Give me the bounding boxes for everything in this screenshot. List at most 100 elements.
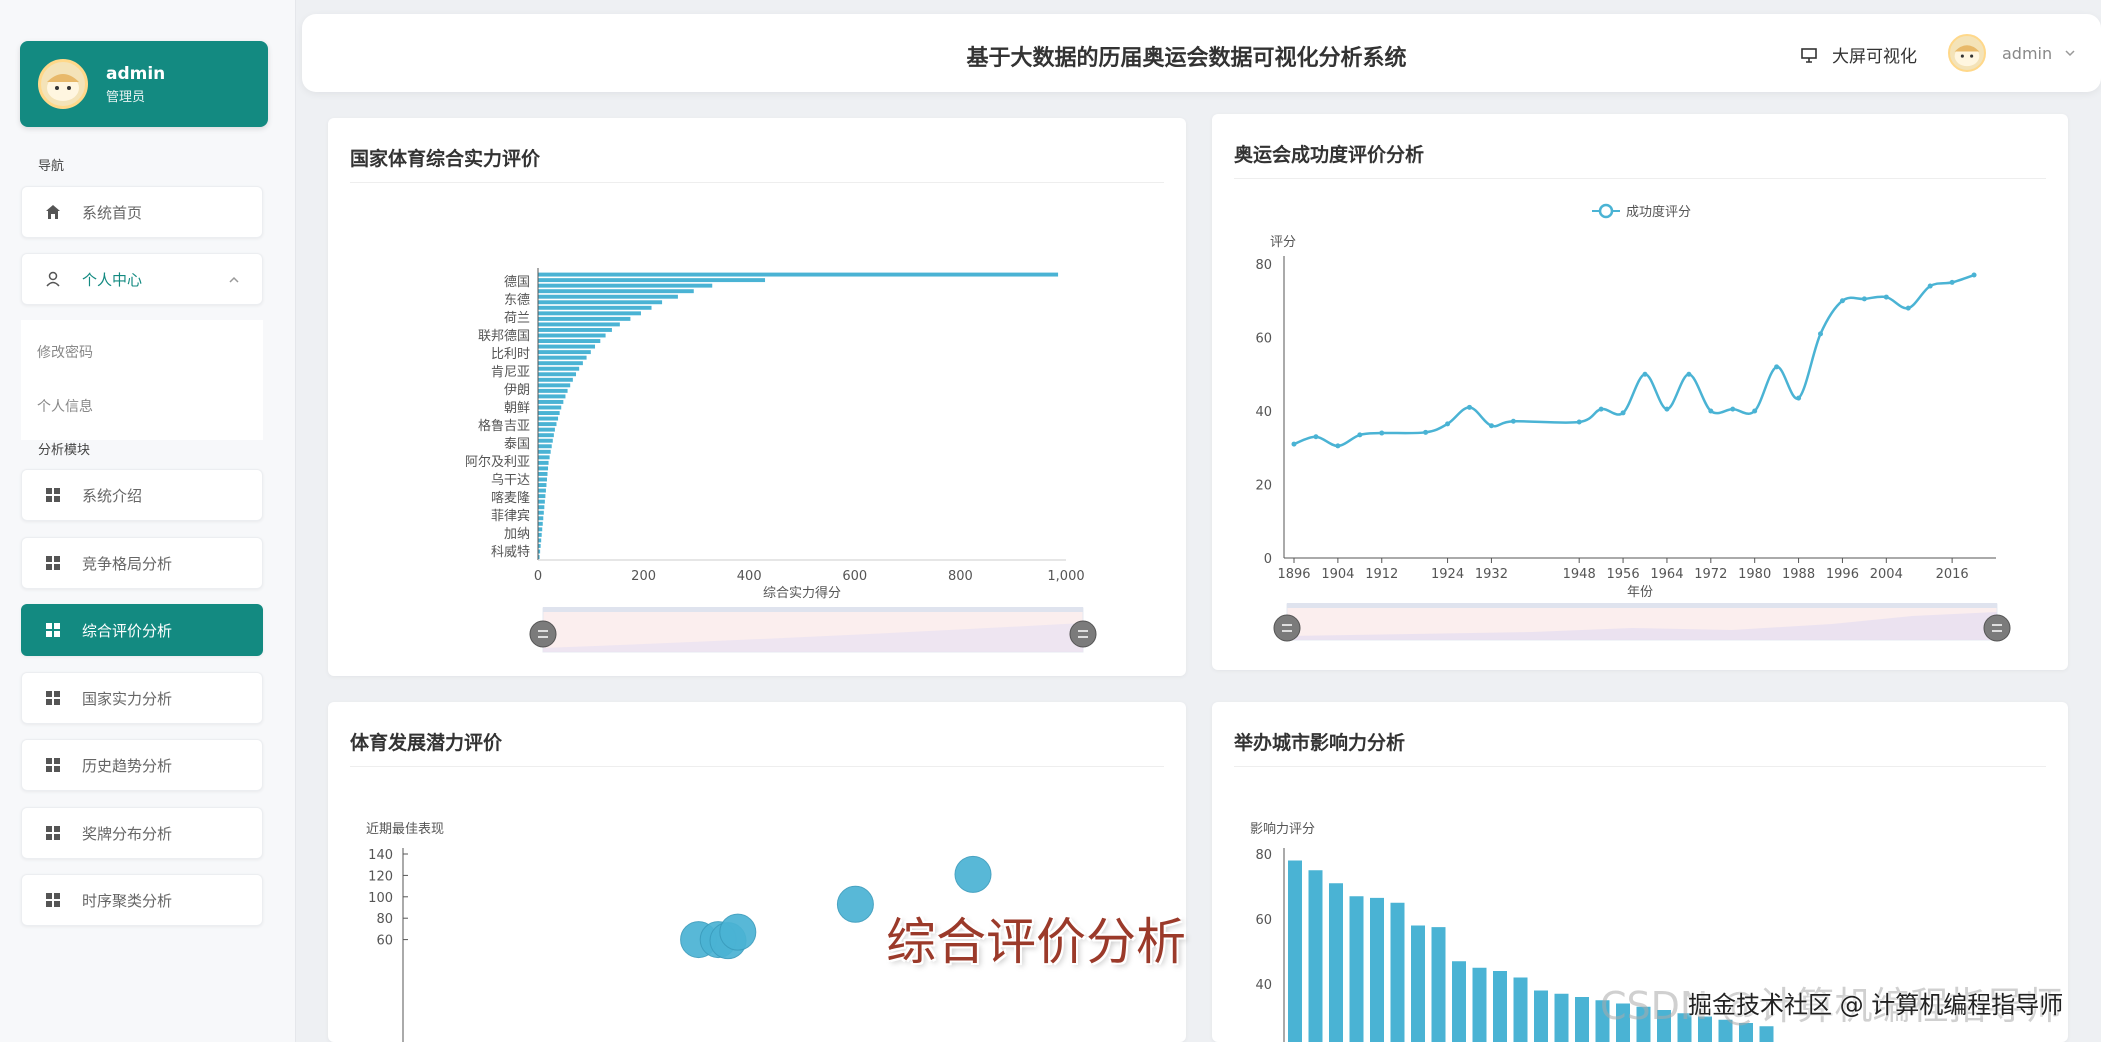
bar xyxy=(538,494,546,499)
scatter-point xyxy=(719,913,757,951)
x-tick-label: 1972 xyxy=(1694,567,1727,582)
bar xyxy=(538,377,573,382)
y-tick-label: 80 xyxy=(376,912,393,927)
sidebar-item-home[interactable]: 系统首页 xyxy=(21,186,263,238)
watermark-juejin: 掘金技术社区 @ 计算机编程指导师 xyxy=(1688,991,2064,1019)
card-country-strength: 国家体育综合实力评价 德国 东德 荷兰 联邦德国 比利时 肯尼亚 伊朗 朝鲜 格鲁吉亚 泰国 阿尔及… xyxy=(328,118,1186,676)
grid-icon xyxy=(44,621,62,639)
submenu-item-change-password[interactable]: 修改密码 xyxy=(37,342,93,362)
sidebar-item-history-trend[interactable]: 历史趋势分析 xyxy=(21,739,263,791)
sidebar-item-medal-distribution[interactable]: 奖牌分布分析 xyxy=(21,807,263,859)
y-tick-label: 40 xyxy=(1255,405,1272,420)
data-point xyxy=(1752,408,1758,414)
sidebar-item-label: 时序聚类分析 xyxy=(82,891,173,910)
data-point xyxy=(1291,441,1297,447)
sidebar-item-timeseries-cluster[interactable]: 时序聚类分析 xyxy=(21,874,263,926)
big-screen-link[interactable]: 大屏可视化 xyxy=(1800,42,1917,67)
bar xyxy=(1513,977,1528,1042)
card-success: 奥运会成功度评价分析 成功度评分 评分 0 20 40 60 80 1896 1904 1912 1… xyxy=(1212,114,2068,670)
bar xyxy=(1390,902,1405,1042)
bar xyxy=(538,289,694,294)
avatar-icon xyxy=(47,74,79,101)
y-tick-label: 60 xyxy=(376,934,393,949)
x-tick-label: 800 xyxy=(948,569,973,584)
bar xyxy=(538,477,547,482)
bar xyxy=(538,361,583,366)
x-tick-label: 1956 xyxy=(1607,567,1640,582)
datazoom-handle xyxy=(1069,620,1097,648)
bar xyxy=(538,416,559,421)
data-point xyxy=(1818,331,1823,337)
y-tick-label: 加纳 xyxy=(504,527,530,542)
bar xyxy=(1431,927,1446,1042)
y-tick-label: 泰国 xyxy=(504,437,530,452)
data-point xyxy=(1949,279,1955,285)
user-card[interactable]: admin 管理员 xyxy=(20,41,268,127)
x-tick-label: 1,000 xyxy=(1047,569,1084,584)
bar xyxy=(538,499,545,504)
submenu-item-profile[interactable]: 个人信息 xyxy=(37,396,93,416)
bar xyxy=(1349,896,1364,1042)
y-tick-label: 60 xyxy=(1255,913,1272,928)
card-potential: 体育发展潜力评价 近期最佳表现 60 80 100 120 140 xyxy=(328,702,1186,1042)
bar xyxy=(538,394,566,399)
bar xyxy=(538,488,546,493)
y-tick-label: 80 xyxy=(1255,258,1272,273)
data-point xyxy=(1861,296,1867,302)
sidebar-item-personal-center[interactable]: 个人中心 xyxy=(21,253,263,305)
sidebar-item-label: 国家实力分析 xyxy=(82,689,173,708)
x-tick-label: 1924 xyxy=(1431,567,1464,582)
data-point xyxy=(1708,408,1714,414)
bar xyxy=(538,433,554,438)
x-tick-label: 1988 xyxy=(1782,567,1815,582)
monitor-icon xyxy=(1800,46,1818,64)
y-tick-label: 格鲁吉亚 xyxy=(478,418,530,434)
y-tick-label: 伊朗 xyxy=(504,383,530,398)
y-tick-label: 阿尔及利亚 xyxy=(465,455,530,470)
bar xyxy=(538,427,555,432)
sidebar-item-competition[interactable]: 竞争格局分析 xyxy=(21,537,263,589)
avatar-icon xyxy=(1954,45,1980,67)
legend-marker xyxy=(1598,203,1614,219)
y-tick-label: 德国 xyxy=(504,275,530,290)
sidebar: admin 管理员 导航 系统首页 个人中心 修改密码 个人信息 分析模块 系统… xyxy=(0,0,296,1042)
sidebar-item-country-strength[interactable]: 国家实力分析 xyxy=(21,672,263,724)
sidebar-item-label: 个人中心 xyxy=(82,270,143,289)
sidebar-item-intro[interactable]: 系统介绍 xyxy=(21,469,263,521)
scatter-point xyxy=(954,855,992,893)
series-line xyxy=(1293,273,1975,448)
bar xyxy=(538,532,542,537)
bar xyxy=(1370,897,1384,1042)
bar xyxy=(538,300,663,305)
bar xyxy=(1308,870,1323,1042)
chevron-down-icon xyxy=(2064,44,2076,63)
data-point xyxy=(1620,410,1626,416)
datazoom-top-bar xyxy=(543,607,1083,612)
y-tick-label: 肯尼亚 xyxy=(491,365,530,380)
bar xyxy=(538,294,678,299)
x-tick-label: 2016 xyxy=(1936,567,1969,582)
data-point xyxy=(1598,406,1604,412)
data-point xyxy=(1839,298,1845,304)
datazoom-handle xyxy=(529,620,557,648)
x-tick-label: 1896 xyxy=(1277,567,1310,582)
header-user-menu[interactable]: admin xyxy=(1948,34,2076,72)
avatar xyxy=(38,59,88,109)
bar xyxy=(538,527,543,532)
x-tick-label: 2004 xyxy=(1870,567,1903,582)
sidebar-item-label: 系统介绍 xyxy=(82,486,143,505)
submenu-personal-center: 修改密码 个人信息 xyxy=(21,320,263,440)
data-point xyxy=(1971,272,1977,278)
data-point xyxy=(1686,371,1692,377)
bar xyxy=(538,366,580,371)
bar xyxy=(1411,925,1425,1042)
x-tick-label: 1912 xyxy=(1365,567,1398,582)
sidebar-item-evaluation[interactable]: 综合评价分析 xyxy=(21,604,263,656)
y-tick-label: 科威特 xyxy=(491,545,530,560)
bar xyxy=(538,399,564,404)
bar xyxy=(538,466,549,471)
big-screen-label: 大屏可视化 xyxy=(1832,47,1917,67)
data-point xyxy=(1905,305,1911,311)
bar xyxy=(538,411,560,415)
scatter-point xyxy=(836,885,874,923)
